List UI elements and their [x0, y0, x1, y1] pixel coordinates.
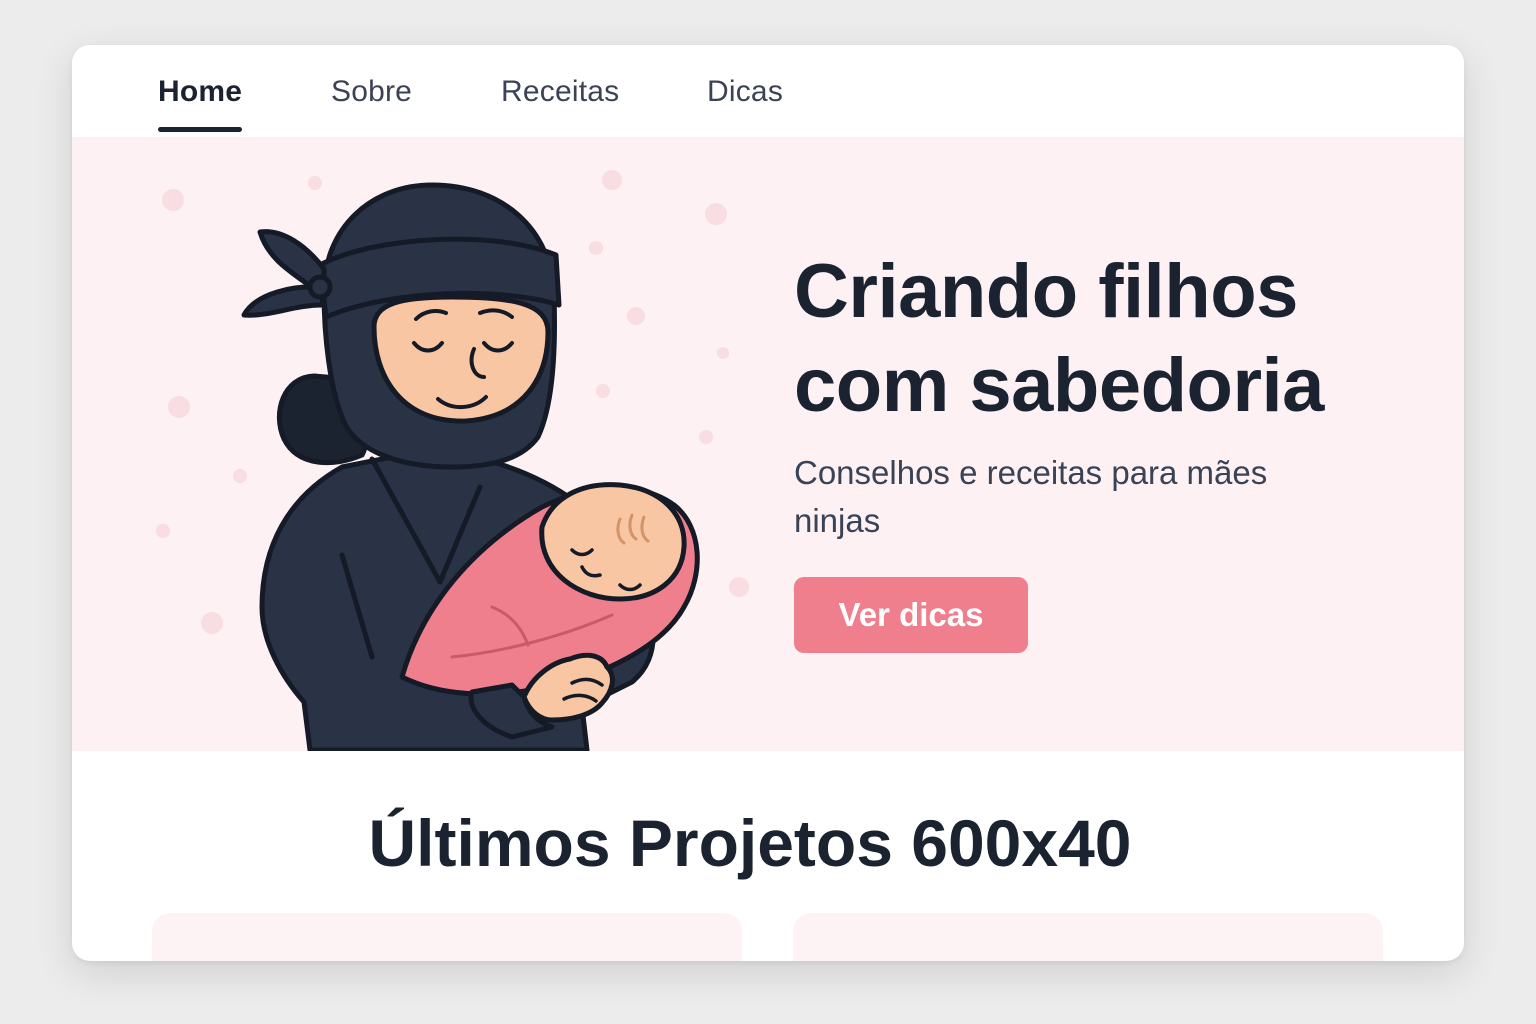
nav-item-sobre[interactable]: Sobre	[331, 75, 412, 109]
project-card[interactable]	[152, 913, 742, 961]
section-title: Últimos Projetos 600x40	[368, 806, 1132, 880]
nav-item-label: Receitas	[501, 75, 620, 108]
nav-item-label: Sobre	[331, 75, 413, 108]
hero-title: Criando filhos com sabedoria	[794, 249, 1324, 428]
hero-subtitle: Conselhos e receitas para mães ninjas	[794, 454, 1268, 539]
nav-item-label: Home	[158, 75, 243, 108]
hero-section: Criando filhos com sabedoria Conselhos e…	[72, 137, 1464, 751]
browser-window: Home Sobre Receitas Dicas Criando filhos…	[72, 45, 1464, 961]
active-tab-indicator	[158, 127, 243, 132]
ninja-mother-illustration	[156, 170, 749, 751]
nav-item-receitas[interactable]: Receitas	[501, 75, 619, 109]
project-card[interactable]	[793, 913, 1383, 961]
top-navigation: Home Sobre Receitas Dicas	[72, 45, 1464, 138]
nav-item-dicas[interactable]: Dicas	[707, 75, 783, 109]
nav-item-home[interactable]: Home	[158, 75, 243, 132]
nav-item-label: Dicas	[707, 75, 784, 108]
ver-dicas-button[interactable]: Ver dicas	[794, 577, 1028, 653]
